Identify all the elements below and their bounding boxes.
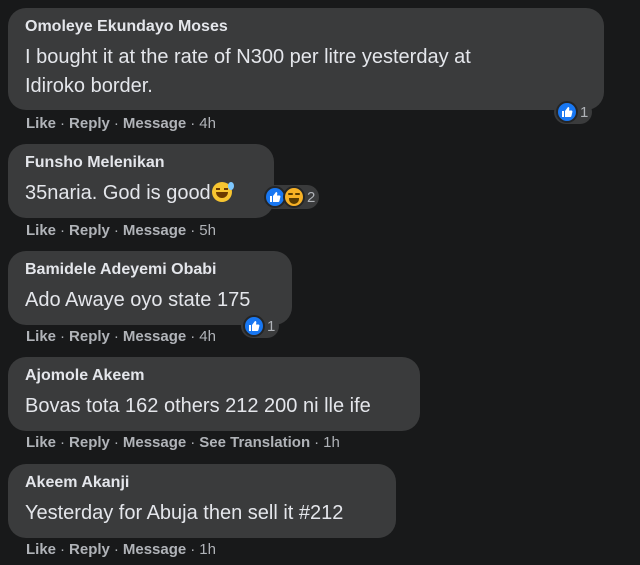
comment-text-line: Yesterday for Abuja then sell it #212 xyxy=(25,502,344,524)
comment-timestamp[interactable]: 4h xyxy=(199,328,216,345)
comment-timestamp[interactable]: 1h xyxy=(199,541,216,558)
comment-bubble: Akeem Akanji Yesterday for Abuja then se… xyxy=(8,464,396,538)
comment-bubble: Ajomole Akeem Bovas tota 162 others 212 … xyxy=(8,357,420,431)
reaction-summary[interactable]: 1 xyxy=(241,314,280,338)
comment-text-line: Bovas tota 162 others 212 200 ni lle ife xyxy=(25,395,371,417)
comment-timestamp[interactable]: 4h xyxy=(199,115,216,132)
comment-timestamp[interactable]: 5h xyxy=(199,222,216,239)
message-button[interactable]: Message xyxy=(123,541,186,558)
sweat-smile-emoji-icon xyxy=(211,182,234,202)
comment-author[interactable]: Bamidele Adeyemi Obabi xyxy=(25,261,216,279)
comment-actions: Like · Reply · Message · 4h xyxy=(26,115,216,132)
message-button[interactable]: Message xyxy=(123,434,186,451)
comment-author[interactable]: Ajomole Akeem xyxy=(25,367,144,385)
comment-bubble: Funsho Melenikan 35naria. God is good xyxy=(8,144,274,218)
comment-text-line: 35naria. God is good xyxy=(25,182,211,204)
reply-button[interactable]: Reply xyxy=(69,434,110,451)
comment-bubble: Omoleye Ekundayo Moses I bought it at th… xyxy=(8,8,604,110)
like-button[interactable]: Like xyxy=(26,222,56,239)
like-button[interactable]: Like xyxy=(26,434,56,451)
comment-timestamp[interactable]: 1h xyxy=(323,434,340,451)
reaction-count: 2 xyxy=(307,188,316,206)
like-button[interactable]: Like xyxy=(26,328,56,345)
comment-author[interactable]: Funsho Melenikan xyxy=(25,154,165,172)
reply-button[interactable]: Reply xyxy=(69,115,110,132)
like-button[interactable]: Like xyxy=(26,541,56,558)
message-button[interactable]: Message xyxy=(123,115,186,132)
reaction-count: 1 xyxy=(580,103,589,121)
like-icon xyxy=(556,101,578,123)
like-icon xyxy=(243,315,265,337)
message-button[interactable]: Message xyxy=(123,328,186,345)
like-button[interactable]: Like xyxy=(26,115,56,132)
reply-button[interactable]: Reply xyxy=(69,222,110,239)
reaction-summary[interactable]: 2 xyxy=(262,185,320,209)
comment-actions: Like · Reply · Message · 5h xyxy=(26,222,216,239)
reaction-summary[interactable]: 1 xyxy=(554,100,593,124)
comment-text-line: Ado Awaye oyo state 175 xyxy=(25,289,251,311)
comment-actions: Like · Reply · Message · See Translation · 1h xyxy=(26,434,340,451)
message-button[interactable]: Message xyxy=(123,222,186,239)
comment-actions: Like · Reply · Message · 4h xyxy=(26,328,216,345)
comment-text-line: I bought it at the rate of N300 per litr… xyxy=(25,46,471,68)
comment-author[interactable]: Akeem Akanji xyxy=(25,474,129,492)
comment-actions: Like · Reply · Message · 1h xyxy=(26,541,216,558)
comment-author[interactable]: Omoleye Ekundayo Moses xyxy=(25,18,228,36)
reply-button[interactable]: Reply xyxy=(69,328,110,345)
see-translation-button[interactable]: See Translation xyxy=(199,434,310,451)
comment-text-line: Idiroko border. xyxy=(25,75,153,97)
reaction-count: 1 xyxy=(267,317,276,335)
reply-button[interactable]: Reply xyxy=(69,541,110,558)
haha-icon xyxy=(283,186,305,208)
